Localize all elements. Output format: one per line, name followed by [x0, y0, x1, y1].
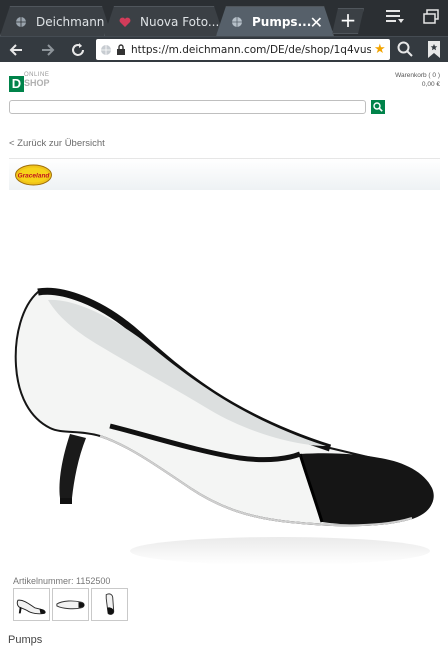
thumbnail-top-view[interactable]: [52, 588, 89, 621]
search-input[interactable]: [9, 100, 366, 114]
logo-letter: D: [9, 76, 24, 92]
globe-icon: [101, 44, 111, 55]
tab-pumps[interactable]: Pumps... ✕: [216, 6, 334, 36]
cart-summary[interactable]: Warenkorb ( 0 ) 0,00 €: [395, 71, 440, 89]
cart-total: 0,00 €: [421, 81, 440, 88]
thumbnail-front-view[interactable]: [91, 588, 128, 621]
forward-icon[interactable]: [38, 40, 58, 60]
thumbnail-side-view[interactable]: [13, 588, 50, 621]
address-bar[interactable]: https://m.deichmann.com/DE/de/shop/1q4vu…: [96, 39, 390, 60]
logo-shop-text: SHOP: [24, 78, 50, 88]
new-tab-button[interactable]: +: [332, 8, 364, 34]
browser-tab-bar: Deichmann Nuova Foto... Pumps... ✕ +: [0, 0, 448, 36]
window-icon[interactable]: [423, 9, 439, 25]
tab-title: Pumps...: [252, 14, 312, 29]
brand-bar: Graceland: [9, 158, 440, 190]
product-name: Pumps: [8, 634, 43, 646]
close-icon[interactable]: ✕: [310, 13, 323, 32]
search-button[interactable]: [371, 100, 385, 114]
tab-nuova-foto[interactable]: Nuova Foto...: [104, 6, 224, 36]
tab-deichmann[interactable]: Deichmann: [0, 6, 112, 36]
browser-toolbar: https://m.deichmann.com/DE/de/shop/1q4vu…: [0, 36, 448, 62]
article-number: Artikelnummer: 1152500: [13, 576, 111, 586]
graceland-brand-logo[interactable]: Graceland: [15, 164, 52, 186]
tab-title: Deichmann: [36, 14, 105, 29]
deichmann-logo[interactable]: D ONLINE SHOP: [9, 71, 69, 93]
cart-label: Warenkorb ( 0 ): [395, 72, 440, 79]
reload-icon[interactable]: [68, 40, 88, 60]
lock-icon: [117, 44, 125, 55]
svg-text:Graceland: Graceland: [18, 173, 51, 180]
back-to-overview-link[interactable]: < Zurück zur Übersicht: [9, 138, 105, 149]
heart-icon: [119, 16, 131, 28]
star-icon[interactable]: ★: [374, 43, 387, 56]
product-image[interactable]: [0, 196, 448, 576]
search-icon[interactable]: [396, 40, 414, 58]
globe-icon: [231, 16, 243, 28]
tabs-icon[interactable]: [386, 9, 404, 25]
tab-title: Nuova Foto...: [140, 14, 220, 29]
thumbnail-gallery: [13, 588, 128, 621]
globe-icon: [15, 16, 27, 28]
back-icon[interactable]: [6, 40, 26, 60]
url-text: https://m.deichmann.com/DE/de/shop/1q4vu…: [131, 43, 371, 56]
bookmark-icon[interactable]: [428, 41, 440, 58]
